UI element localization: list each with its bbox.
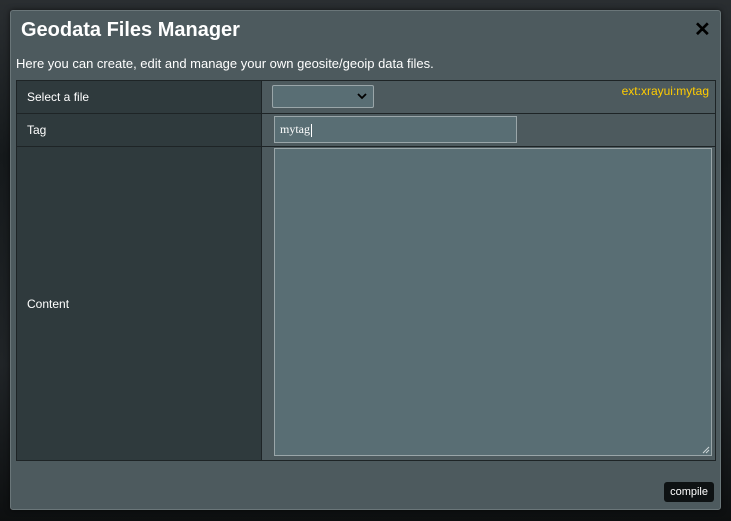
geodata-files-manager-dialog: Geodata Files Manager ✕ Here you can cre…: [10, 10, 721, 510]
text-caret: [311, 123, 312, 137]
content-textarea[interactable]: [274, 148, 712, 456]
compile-button[interactable]: compile: [664, 482, 714, 502]
resize-grip-icon[interactable]: [702, 446, 710, 454]
close-icon[interactable]: ✕: [694, 19, 711, 41]
file-select[interactable]: [272, 85, 374, 108]
file-value-cell: ext:xrayui:mytag: [262, 81, 715, 113]
content-label: Content: [17, 147, 262, 460]
content-row: Content: [17, 147, 715, 460]
chevron-down-icon: [357, 93, 367, 100]
file-label: Select a file: [17, 81, 262, 113]
tag-row: Tag mytag: [17, 114, 715, 147]
dialog-title: Geodata Files Manager: [21, 19, 240, 41]
tag-hint: ext:xrayui:mytag: [621, 84, 709, 98]
tag-label: Tag: [17, 114, 262, 146]
content-value-cell: [262, 147, 715, 460]
tag-value-cell: mytag: [262, 114, 715, 146]
geodata-form-table: Select a file ext:xrayui:mytag Tag mytag…: [16, 80, 716, 461]
tag-input-value: mytag: [280, 122, 310, 136]
dialog-description: Here you can create, edit and manage you…: [16, 56, 434, 71]
file-row: Select a file ext:xrayui:mytag: [17, 81, 715, 114]
tag-input[interactable]: mytag: [274, 116, 517, 143]
